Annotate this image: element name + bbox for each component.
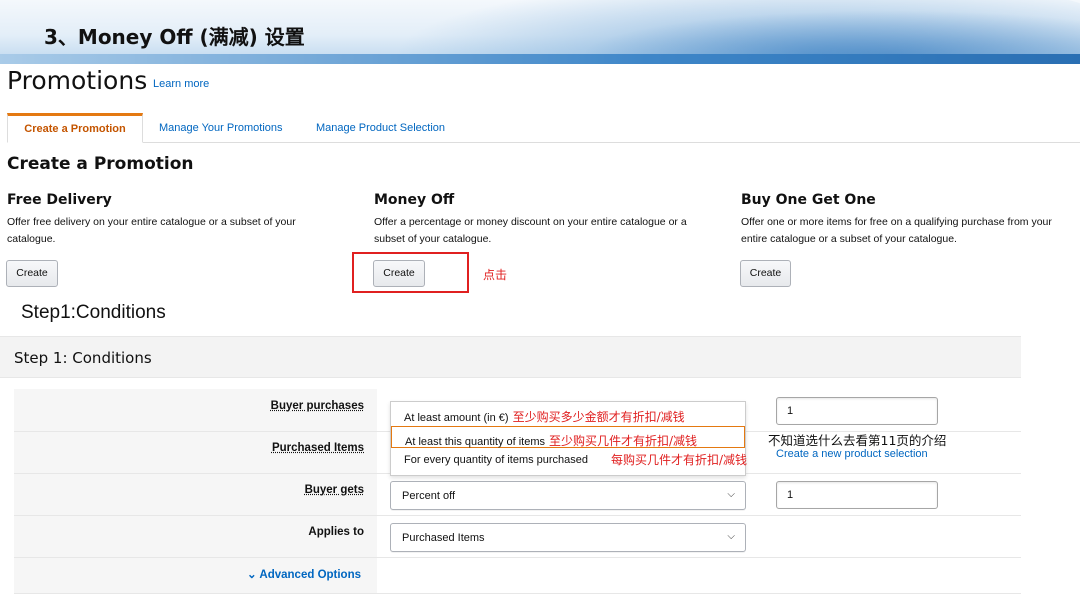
- option-annotation: 至少购买多少金额才有折扣/减钱: [512, 410, 685, 424]
- annotation-click-note: 点击: [483, 268, 508, 282]
- chevron-down-icon: ⌄: [247, 569, 260, 581]
- free-delivery-card: Free Delivery Offer free delivery on you…: [7, 192, 347, 248]
- select-value: Purchased Items: [402, 532, 485, 544]
- card-description: Offer one or more items for free on a qu…: [741, 216, 1052, 245]
- dropdown-option-quantity[interactable]: At least this quantity of items 至少购买几件才有折…: [391, 426, 745, 448]
- banner-base-stripe: [0, 54, 1080, 64]
- card-title: Money Off: [374, 192, 455, 208]
- row-divider: [14, 557, 1021, 558]
- page-title: Promotions: [7, 66, 148, 95]
- advanced-options-toggle[interactable]: ⌄ Advanced Options: [247, 567, 361, 581]
- option-label: At least this quantity of items: [405, 436, 546, 448]
- advanced-options-label: Advanced Options: [259, 569, 362, 581]
- applies-to-label: Applies to: [308, 526, 364, 538]
- money-off-card: Money Off Offer a percentage or money di…: [374, 192, 714, 248]
- buyer-gets-value-input[interactable]: 1: [776, 481, 938, 509]
- slide-title: 3、Money Off (满减) 设置: [44, 25, 305, 49]
- create-product-selection-link[interactable]: Create a new product selection: [776, 448, 928, 460]
- learn-more-link[interactable]: Learn more: [153, 78, 209, 90]
- card-title: Free Delivery: [7, 192, 112, 208]
- card-description: Offer a percentage or money discount on …: [374, 216, 687, 245]
- tab-create-promotion[interactable]: Create a Promotion: [7, 113, 143, 143]
- tab-manage-product-selection[interactable]: Manage Product Selection: [316, 113, 445, 143]
- select-value: Percent off: [402, 490, 455, 502]
- dropdown-option-amount[interactable]: At least amount (in €) 至少购买多少金额才有折扣/减钱: [391, 403, 745, 425]
- step1-header: Step 1: Conditions: [0, 336, 1021, 378]
- buyer-purchases-quantity-input[interactable]: 1: [776, 397, 938, 425]
- card-description: Offer free delivery on your entire catal…: [7, 216, 296, 245]
- step1-title: Step 1: Conditions: [14, 349, 152, 367]
- row-divider: [14, 593, 1021, 594]
- card-title: Buy One Get One: [741, 192, 876, 208]
- create-bogo-button[interactable]: Create: [740, 260, 791, 287]
- chevron-down-icon: ⌵: [727, 531, 735, 542]
- option-annotation: 至少购买几件才有折扣/减钱: [549, 434, 698, 448]
- buyer-gets-select[interactable]: Percent off ⌵: [390, 481, 746, 510]
- step-caption: Step1:Conditions: [21, 302, 166, 323]
- annotation-see-page-11: 不知道选什么去看第11页的介绍: [768, 433, 947, 448]
- applies-to-select[interactable]: Purchased Items ⌵: [390, 523, 746, 552]
- tab-manage-promotions[interactable]: Manage Your Promotions: [159, 113, 283, 143]
- option-label: At least amount (in €): [404, 412, 509, 424]
- chevron-down-icon: ⌵: [727, 489, 735, 500]
- buy-one-get-one-card: Buy One Get One Offer one or more items …: [741, 192, 1080, 248]
- option-label: For every quantity of items purchased: [404, 454, 589, 466]
- tab-bar: Create a Promotion Manage Your Promotion…: [7, 113, 1080, 143]
- buyer-purchases-label: Buyer purchases: [270, 400, 364, 412]
- create-free-delivery-button[interactable]: Create: [6, 260, 58, 287]
- annotation-highlight-box: [352, 252, 469, 293]
- option-annotation-every: 每购买几件才有折扣/减钱: [611, 453, 748, 467]
- purchased-items-label: Purchased Items: [271, 442, 364, 454]
- create-promotion-heading: Create a Promotion: [7, 154, 194, 174]
- row-divider: [14, 515, 1021, 516]
- buyer-gets-label: Buyer gets: [304, 484, 364, 496]
